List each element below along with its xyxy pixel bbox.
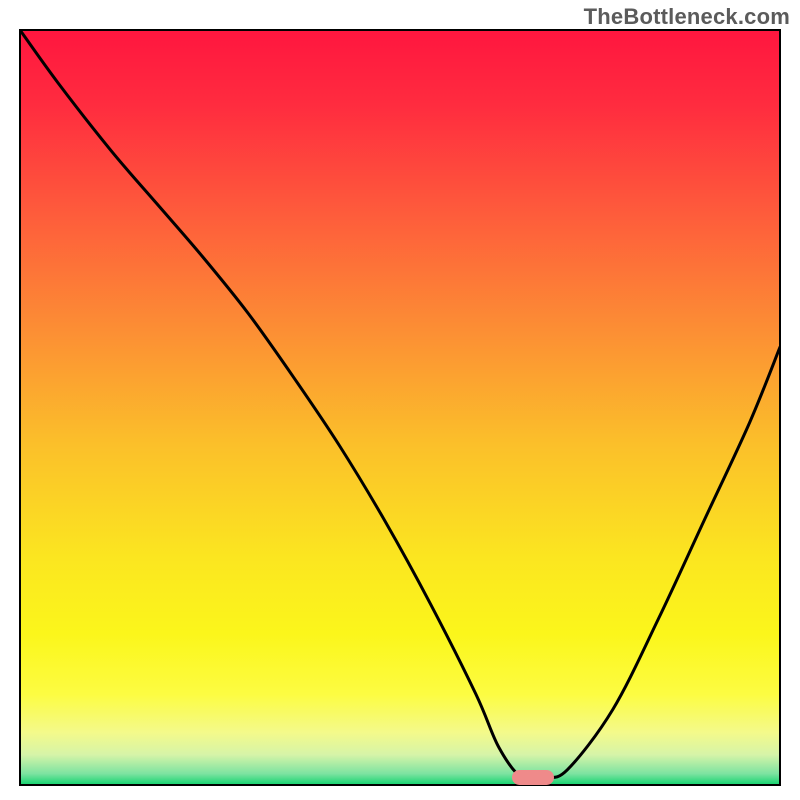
plot-svg [0, 0, 800, 800]
gradient-background [20, 30, 780, 785]
optimal-marker [512, 770, 554, 785]
bottleneck-chart: TheBottleneck.com [0, 0, 800, 800]
watermark-label: TheBottleneck.com [584, 4, 790, 30]
